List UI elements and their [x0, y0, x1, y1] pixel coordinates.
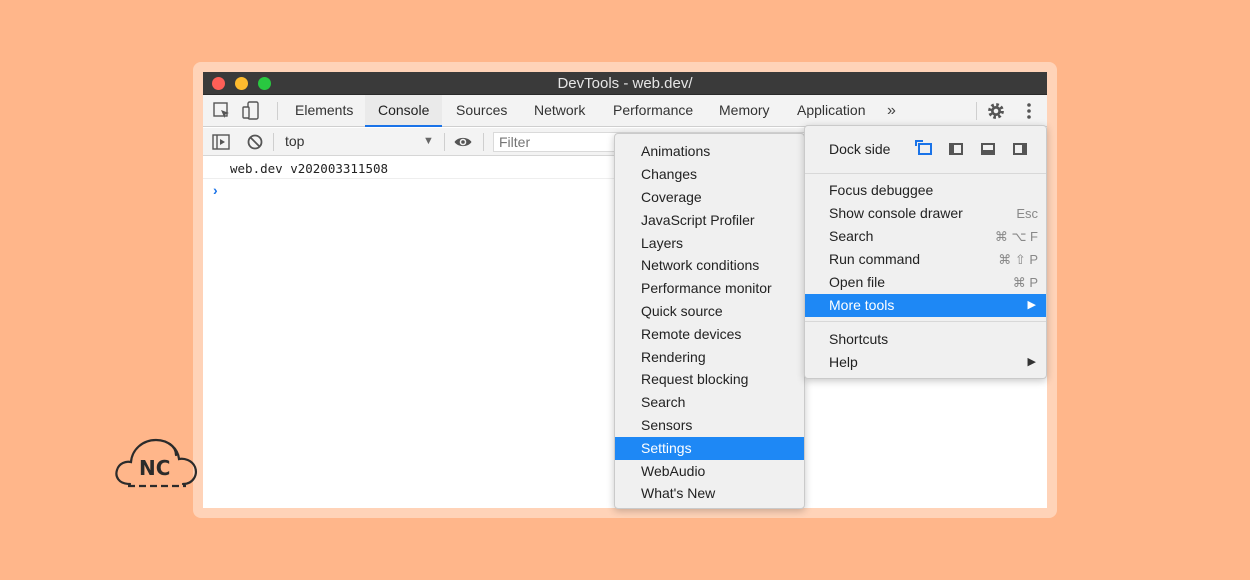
menu-item-shortcuts[interactable]: Shortcuts [805, 328, 1046, 351]
menu-item-label: Focus debuggee [829, 182, 934, 198]
title-bar: DevTools - web.dev/ [203, 72, 1047, 95]
menu-item-open-file[interactable]: Open file ⌘ P [805, 271, 1046, 294]
submenu-item-network-conditions[interactable]: Network conditions [615, 254, 804, 277]
dock-right-icon[interactable] [1013, 143, 1027, 155]
submenu-item-remote-devices[interactable]: Remote devices [615, 323, 804, 346]
panel-tabs-bar: Elements Console Sources Network Perform… [203, 95, 1047, 127]
context-dropdown-arrow-icon[interactable]: ▼ [423, 135, 434, 147]
console-prompt-icon[interactable]: › [213, 182, 218, 198]
more-tabs-button[interactable]: » [887, 95, 896, 127]
submenu-arrow-icon: ▶ [1027, 356, 1036, 368]
svg-text:NC: NC [139, 456, 170, 480]
submenu-item-performance-monitor[interactable]: Performance monitor [615, 277, 804, 300]
menu-item-label: Show console drawer [829, 205, 963, 221]
menu-item-label: Help [829, 354, 858, 370]
menu-item-help[interactable]: Help ▶ [805, 351, 1046, 374]
dock-side-label: Dock side [829, 141, 891, 157]
menu-item-shortcut: Esc [1016, 206, 1038, 221]
tab-console[interactable]: Console [365, 95, 443, 127]
menu-item-label: More tools [829, 297, 895, 313]
tab-application[interactable]: Application [784, 95, 879, 127]
menu-item-label: Shortcuts [829, 331, 889, 347]
inspect-element-icon[interactable] [212, 101, 232, 121]
menu-item-shortcut: ⌘ P [1012, 275, 1038, 290]
menu-item-more-tools[interactable]: More tools ▶ [805, 294, 1046, 317]
tab-sources[interactable]: Sources [443, 95, 520, 127]
submenu-item-layers[interactable]: Layers [615, 232, 804, 255]
menu-item-shortcut: ⌘ ⇧ P [998, 252, 1038, 267]
dock-undocked-icon[interactable] [915, 140, 932, 155]
menu-separator [805, 321, 1046, 322]
submenu-item-whats-new[interactable]: What's New [615, 482, 804, 505]
tab-performance[interactable]: Performance [600, 95, 706, 127]
menu-item-search[interactable]: Search ⌘ ⌥ F [805, 225, 1046, 248]
context-selector[interactable]: top [285, 133, 304, 149]
menu-item-run-command[interactable]: Run command ⌘ ⇧ P [805, 248, 1046, 271]
submenu-item-settings[interactable]: Settings [615, 437, 804, 460]
tab-elements[interactable]: Elements [282, 95, 366, 127]
menu-item-label: Run command [829, 251, 921, 267]
submenu-item-coverage[interactable]: Coverage [615, 186, 804, 209]
menu-item-focus-debuggee[interactable]: Focus debuggee [805, 179, 1046, 202]
submenu-item-javascript-profiler[interactable]: JavaScript Profiler [615, 209, 804, 232]
device-toolbar-icon[interactable] [241, 101, 261, 121]
menu-item-label: Search [829, 228, 874, 244]
tab-memory[interactable]: Memory [706, 95, 783, 127]
tab-network[interactable]: Network [521, 95, 598, 127]
eye-icon[interactable] [453, 132, 473, 152]
more-options-icon[interactable] [1019, 101, 1039, 121]
submenu-arrow-icon: ▶ [1027, 299, 1036, 311]
submenu-item-changes[interactable]: Changes [615, 163, 804, 186]
menu-item-label: Open file [829, 274, 886, 290]
console-log-message: web.dev v202003311508 [230, 161, 389, 176]
toolbar-divider [273, 133, 274, 151]
toolbar-divider [976, 102, 977, 120]
submenu-item-request-blocking[interactable]: Request blocking [615, 368, 804, 391]
dock-bottom-icon[interactable] [981, 143, 995, 155]
submenu-item-webaudio[interactable]: WebAudio [615, 460, 804, 483]
dock-left-icon[interactable] [949, 143, 963, 155]
menu-item-shortcut: ⌘ ⌥ F [994, 229, 1038, 244]
submenu-item-sensors[interactable]: Sensors [615, 414, 804, 437]
window-title: DevTools - web.dev/ [557, 75, 693, 92]
more-tools-submenu: Animations Changes Coverage JavaScript P… [614, 133, 805, 509]
menu-separator [805, 173, 1046, 174]
submenu-item-animations[interactable]: Animations [615, 140, 804, 163]
sidebar-toggle-icon[interactable] [211, 132, 231, 152]
submenu-item-search[interactable]: Search [615, 391, 804, 414]
gear-icon[interactable] [986, 101, 1006, 121]
toolbar-divider [483, 133, 484, 151]
submenu-item-quick-source[interactable]: Quick source [615, 300, 804, 323]
menu-item-show-console-drawer[interactable]: Show console drawer Esc [805, 202, 1046, 225]
toolbar-divider [277, 102, 278, 120]
submenu-item-rendering[interactable]: Rendering [615, 346, 804, 369]
toolbar-divider [444, 133, 445, 151]
customize-menu: Dock side Focus debuggee Show console dr… [804, 125, 1047, 379]
nc-cloud-logo-icon: NC [115, 438, 197, 488]
clear-console-icon[interactable] [245, 132, 265, 152]
